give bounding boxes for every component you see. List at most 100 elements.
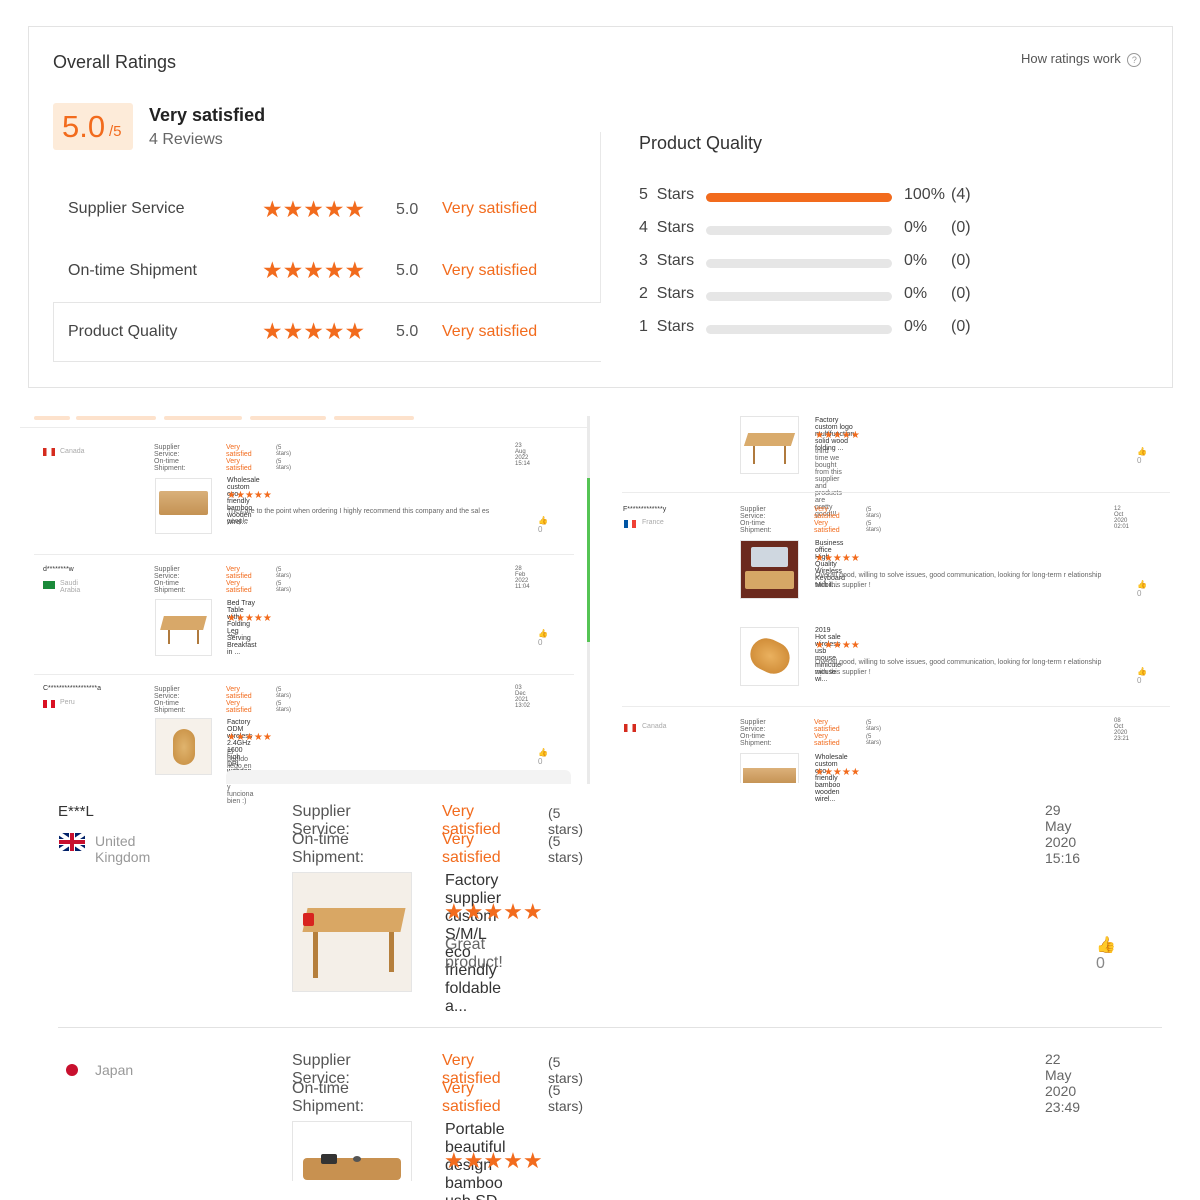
product-rating-stars: ★★★★★ <box>815 640 860 651</box>
reviewer-country: Canada <box>60 448 85 455</box>
ontime-label: On-time Shipment: <box>740 733 772 747</box>
reviewer-country: Canada <box>642 723 667 730</box>
ontime-verdict: Very satisfied <box>442 831 501 866</box>
product-thumbnail[interactable] <box>740 540 799 599</box>
quality-distribution-title: Product Quality <box>639 133 763 153</box>
like-button[interactable]: 👍 0 <box>1137 580 1147 598</box>
supplier-service-label: Supplier Service: <box>154 444 180 458</box>
product-thumbnail[interactable] <box>740 416 799 474</box>
thumbs-up-icon: 👍 <box>1096 937 1116 954</box>
product-thumbnail[interactable] <box>155 478 212 534</box>
like-button[interactable]: 👍 0 <box>538 748 548 766</box>
reviewer-country: United Kingdom <box>95 833 151 865</box>
star-level-count: (0) <box>951 252 971 269</box>
review-comment: Overall good, willing to solve issues, g… <box>815 572 1102 589</box>
review-date: 08 Oct 2020 23:21 <box>1114 718 1130 742</box>
product-rating-stars: ★★★★★ <box>227 732 272 743</box>
supplier-service-stars: ★★★★★ <box>262 196 366 222</box>
product-title-link[interactable]: Bed Tray Table with Folding Leg Serving … <box>227 600 257 656</box>
product-quality-label[interactable]: Product Quality <box>68 323 177 341</box>
supplier-service-verdict: Very satisfied <box>226 444 252 458</box>
japan-flag-icon <box>66 1064 78 1076</box>
review-date: 22 May 2020 23:49 <box>1045 1051 1081 1115</box>
france-flag-icon <box>624 520 636 528</box>
review-date: 23 Aug 2022 15:14 <box>515 443 531 467</box>
ontime-verdict: Very satisfied <box>226 458 252 472</box>
ontime-label: On-time Shipment: <box>292 1080 365 1115</box>
reviewer-name: F*************y <box>623 506 667 513</box>
saudi-arabia-flag-icon <box>43 581 55 589</box>
how-ratings-work-label: How ratings work <box>1021 51 1121 66</box>
star-level-label: 3 Stars <box>639 252 695 269</box>
star-level-count: (0) <box>951 285 971 302</box>
ontime-label: On-time Shipment: <box>154 458 186 472</box>
star-level-count: (0) <box>951 219 971 236</box>
ontime-label: On-time Shipment: <box>154 580 186 594</box>
product-rating-stars: ★★★★★ <box>444 899 543 924</box>
supplier-service-label: Supplier Service: <box>154 566 180 580</box>
product-thumbnail[interactable] <box>740 753 799 783</box>
review-divider <box>58 1027 1162 1028</box>
like-button[interactable]: 👍 0 <box>1137 447 1147 465</box>
product-thumbnail[interactable] <box>740 627 799 686</box>
ontime-verdict: Very satisfied <box>814 520 840 534</box>
ontime-shipment-verdict: Very satisfied <box>442 262 538 279</box>
star-level-bar-track <box>706 259 892 268</box>
reviewer-name: E***L <box>58 803 94 820</box>
review-comment: جيد <box>227 631 238 638</box>
product-thumbnail[interactable] <box>155 718 212 775</box>
review-comment: Great product! <box>445 936 503 971</box>
supplier-service-score: 5.0 <box>396 201 419 218</box>
overall-ratings-title: Overall Ratings <box>53 52 177 72</box>
reviewer-country: Japan <box>95 1062 134 1078</box>
reviewer-country: France <box>642 519 664 526</box>
product-thumbnail[interactable] <box>292 1121 412 1181</box>
supplier-service-stars-count: (5 stars) <box>276 567 291 579</box>
star-level-count: (4) <box>951 186 971 203</box>
star-level-label: 1 Stars <box>639 318 695 335</box>
overall-score-max: /5 <box>109 123 122 140</box>
like-button[interactable]: 👍 0 <box>1137 667 1147 685</box>
review-date: 29 May 2020 15:16 <box>1045 802 1081 866</box>
supplier-reply-stub <box>226 770 571 784</box>
star-level-percent: 0% <box>904 219 928 236</box>
product-thumbnail[interactable] <box>155 599 212 656</box>
supplier-service-label: Supplier Service: <box>740 719 766 733</box>
ontime-verdict: Very satisfied <box>226 580 252 594</box>
star-level-count: (0) <box>951 318 971 335</box>
supplier-service-stars-count: (5 stars) <box>866 507 881 519</box>
supplier-service-verdict: Very satisfied <box>814 506 840 520</box>
star-level-percent: 100% <box>904 186 945 203</box>
supplier-service-stars-count: (5 stars) <box>276 445 291 457</box>
peru-flag-icon <box>43 700 55 708</box>
scrollbar-thumb[interactable] <box>587 478 590 642</box>
like-button[interactable]: 👍 0 <box>538 516 548 534</box>
united-kingdom-flag-icon <box>59 833 85 851</box>
reviewer-name: d********w <box>43 566 74 573</box>
review-date: 03 Dec 2021 13:02 <box>515 685 531 709</box>
star-level-bar-fill <box>706 193 892 202</box>
reviewer-country: Saudi Arabia <box>60 580 81 594</box>
like-button[interactable]: 👍 0 <box>538 629 548 647</box>
like-button[interactable]: 👍 0 <box>1096 935 1116 973</box>
overall-verdict: Very satisfied <box>149 105 266 125</box>
product-rating-stars: ★★★★★ <box>227 613 272 624</box>
product-title-link[interactable]: Wholesale custom eco friendly bamboo woo… <box>815 754 848 803</box>
ontime-stars-count: (5 stars) <box>866 734 881 746</box>
ontime-label: On-time Shipment: <box>154 700 186 714</box>
canada-flag-icon <box>624 724 636 732</box>
star-level-percent: 0% <box>904 252 928 269</box>
ontime-stars-count: (5 stars) <box>866 521 881 533</box>
product-rating-stars: ★★★★★ <box>227 490 272 501</box>
ontime-verdict: Very satisfied <box>442 1080 501 1115</box>
product-quality-verdict: Very satisfied <box>442 323 538 340</box>
supplier-service-label: Supplier Service: <box>740 506 766 520</box>
supplier-service-label: Supplier Service <box>68 200 185 217</box>
star-level-label: 2 Stars <box>639 285 695 302</box>
how-ratings-work-link[interactable]: How ratings work ? <box>1021 51 1142 67</box>
product-thumbnail[interactable] <box>292 872 412 992</box>
supplier-service-verdict: Very satisfied <box>226 566 252 580</box>
supplier-service-verdict: Very satisfied <box>442 200 538 217</box>
star-level-label: 4 Stars <box>639 219 695 236</box>
tab-strip <box>34 416 587 420</box>
